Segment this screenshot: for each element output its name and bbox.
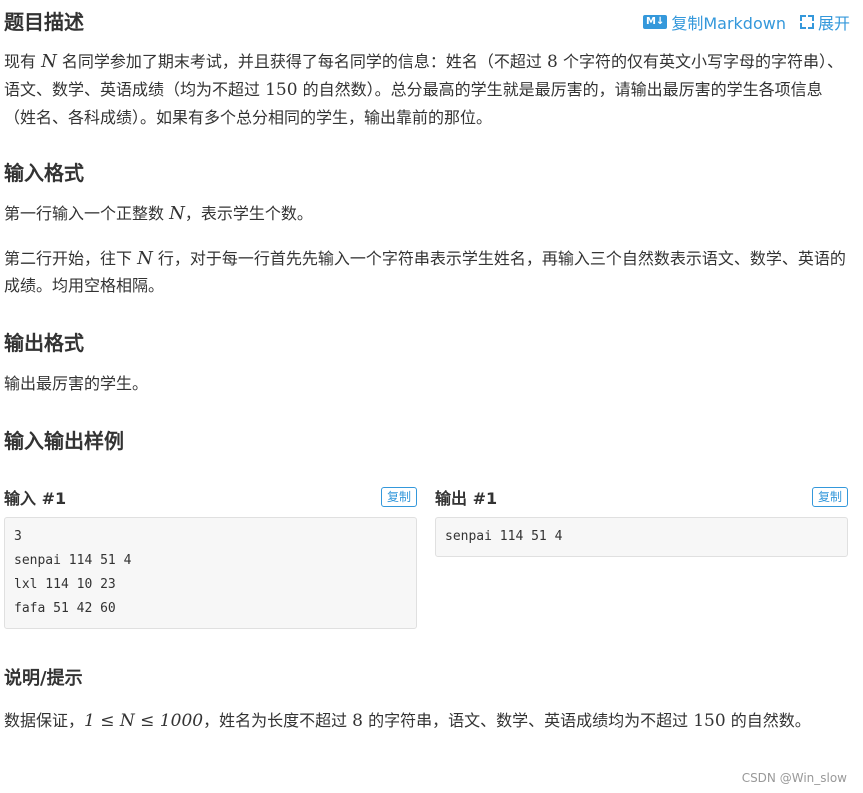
input-format-line-1: 第一行输入一个正整数 N，表示学生个数。 [4,203,313,224]
input-format-heading: 输入格式 [4,161,84,185]
hint-text: 数据保证，1 ≤ N ≤ 1000，姓名为长度不超过 8 的字符串，语文、数学、… [4,711,811,731]
samples-heading: 输入输出样例 [4,429,124,453]
markdown-icon: M↓ [643,15,668,29]
expand-button[interactable]: 展开 [799,10,850,34]
samples-container: 输入 #1 复制 3 senpai 114 51 4 lxl 114 10 23… [4,485,850,629]
header-actions: M↓ 复制Markdown 展开 [643,10,850,34]
sample-input-title: 输入 #1 [4,489,67,508]
expand-label: 展开 [817,14,850,33]
csdn-watermark: CSDN @Win_slow [741,771,847,785]
description-text: 现有 N 名同学参加了期末考试，并且获得了每名同学的信息：姓名（不超过 8 个字… [4,51,843,127]
hint-heading: 说明/提示 [4,668,83,689]
copy-markdown-button[interactable]: M↓ 复制Markdown [643,10,786,34]
copy-input-button[interactable]: 复制 [380,487,417,507]
output-format-heading: 输出格式 [4,331,84,355]
sample-output-title: 输出 #1 [435,489,498,508]
sample-output-code: senpai 114 51 4 [435,517,848,557]
sample-output: 输出 #1 复制 senpai 114 51 4 [435,485,848,629]
input-format-line-2: 第二行开始，往下 N 行，对于每一行首先先输入一个字符串表示学生姓名，再输入三个… [4,248,846,295]
expand-icon [799,15,814,29]
problem-page: M↓ 复制Markdown 展开 题目描述 现有 N 名同学参加了期末考试，并且… [4,0,850,735]
sample-input-code: 3 senpai 114 51 4 lxl 114 10 23 fafa 51 … [4,517,417,629]
output-format-text: 输出最厉害的学生。 [4,374,149,393]
copy-markdown-label: 复制Markdown [671,14,786,33]
copy-output-button[interactable]: 复制 [811,487,848,507]
sample-input: 输入 #1 复制 3 senpai 114 51 4 lxl 114 10 23… [4,485,417,629]
